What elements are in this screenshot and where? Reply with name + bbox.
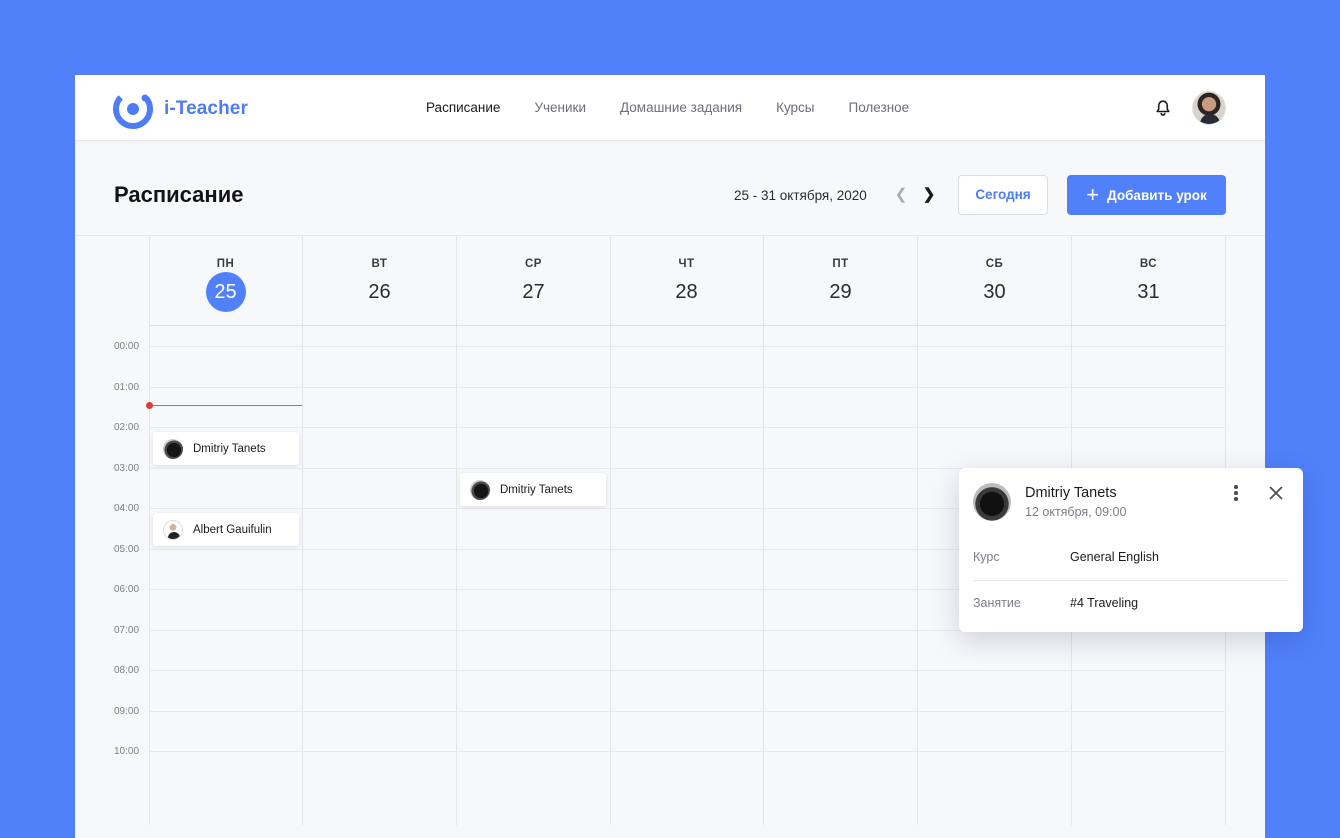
top-header: i-Teacher Расписание Ученики Домашние за… [75,75,1265,141]
day-name: ПТ [832,258,849,270]
day-header-sat[interactable]: СБ 30 [918,235,1071,326]
day-number: 27 [522,281,545,303]
app-window: i-Teacher Расписание Ученики Домашние за… [75,75,1265,838]
student-avatar [973,483,1011,521]
student-name: Dmitriy Tanets [1025,485,1117,501]
hour-line [150,670,1226,671]
time-label: 02:00 [114,422,140,433]
lesson-event[interactable]: Albert Gauifulin [153,513,299,546]
lesson-datetime: 12 октября, 09:00 [1025,505,1127,519]
time-label: 05:00 [114,544,140,555]
day-number-today: 25 [205,272,246,312]
time-label: 09:00 [114,706,140,717]
day-name: ЧТ [678,258,695,270]
time-label: 03:00 [114,463,140,474]
main-nav: Расписание Ученики Домашние задания Курс… [426,100,943,115]
time-label: 06:00 [114,584,140,595]
time-label: 01:00 [114,382,140,393]
nav-item-courses[interactable]: Курсы [776,100,814,115]
student-avatar [163,438,183,459]
lesson-value: #4 Traveling [1070,596,1139,610]
add-lesson-label: Добавить урок [1107,187,1207,203]
lesson-label: Занятие [973,596,1021,610]
day-name: ВТ [371,258,388,270]
popover-divider [973,580,1289,581]
student-avatar [163,519,183,540]
bell-icon[interactable] [1153,98,1173,118]
day-header-fri[interactable]: ПТ 29 [764,235,917,326]
day-header-wed[interactable]: СР 27 [457,235,610,326]
today-button[interactable]: Сегодня [958,175,1048,215]
day-header-tue[interactable]: ВТ 26 [303,235,456,326]
day-name: СР [525,258,542,270]
lesson-event[interactable]: Dmitriy Tanets [153,432,299,465]
course-value: General English [1070,550,1159,564]
day-number: 26 [368,281,391,303]
hour-line [150,346,1226,347]
nav-item-homework[interactable]: Домашние задания [620,100,742,115]
time-label: 04:00 [114,503,140,514]
logo[interactable]: i-Teacher [113,89,248,129]
day-header-sun[interactable]: ВС 31 [1072,235,1225,326]
header-divider [150,325,1226,326]
add-lesson-button[interactable]: + Добавить урок [1067,175,1226,215]
time-label: 08:00 [114,665,140,676]
close-icon[interactable] [1267,484,1285,502]
hour-line [150,387,1226,388]
nav-item-useful[interactable]: Полезное [849,100,910,115]
student-name: Dmitriy Tanets [500,483,573,496]
day-name: ВС [1139,258,1158,270]
day-header-mon[interactable]: ПН 25 [149,235,302,326]
hour-line [150,711,1226,712]
chevron-left-icon[interactable]: ❮ [892,186,910,204]
date-range: 25 - 31 октября, 2020 [734,188,867,203]
lesson-details-popover: Dmitriy Tanets 12 октября, 09:00 Курс Ge… [959,468,1303,632]
day-name: СБ [985,258,1004,270]
student-name: Dmitriy Tanets [193,442,266,455]
logo-icon [113,89,153,129]
hour-line [150,427,1226,428]
lesson-event[interactable]: Dmitriy Tanets [460,473,606,506]
day-number: 29 [829,281,852,303]
page-title: Расписание [114,182,244,207]
time-label: 00:00 [114,341,140,352]
user-avatar[interactable] [1192,91,1226,125]
student-avatar [470,479,490,500]
more-vertical-icon[interactable] [1229,485,1243,503]
chevron-right-icon[interactable]: ❯ [920,186,938,204]
time-label: 10:00 [114,746,140,757]
current-time-line [149,405,302,406]
day-name: ПН [216,258,235,270]
hour-line [150,751,1226,752]
nav-item-schedule[interactable]: Расписание [426,100,500,115]
nav-item-students[interactable]: Ученики [534,100,586,115]
plus-icon: + [1086,182,1100,207]
brand-name: i-Teacher [164,98,248,119]
day-number: 28 [675,281,698,303]
student-name: Albert Gauifulin [193,523,272,536]
time-label: 07:00 [114,625,140,636]
current-time-dot [146,402,153,409]
day-number: 31 [1137,281,1160,303]
day-number: 30 [983,281,1006,303]
course-label: Курс [973,550,1000,564]
day-header-thu[interactable]: ЧТ 28 [610,235,763,326]
